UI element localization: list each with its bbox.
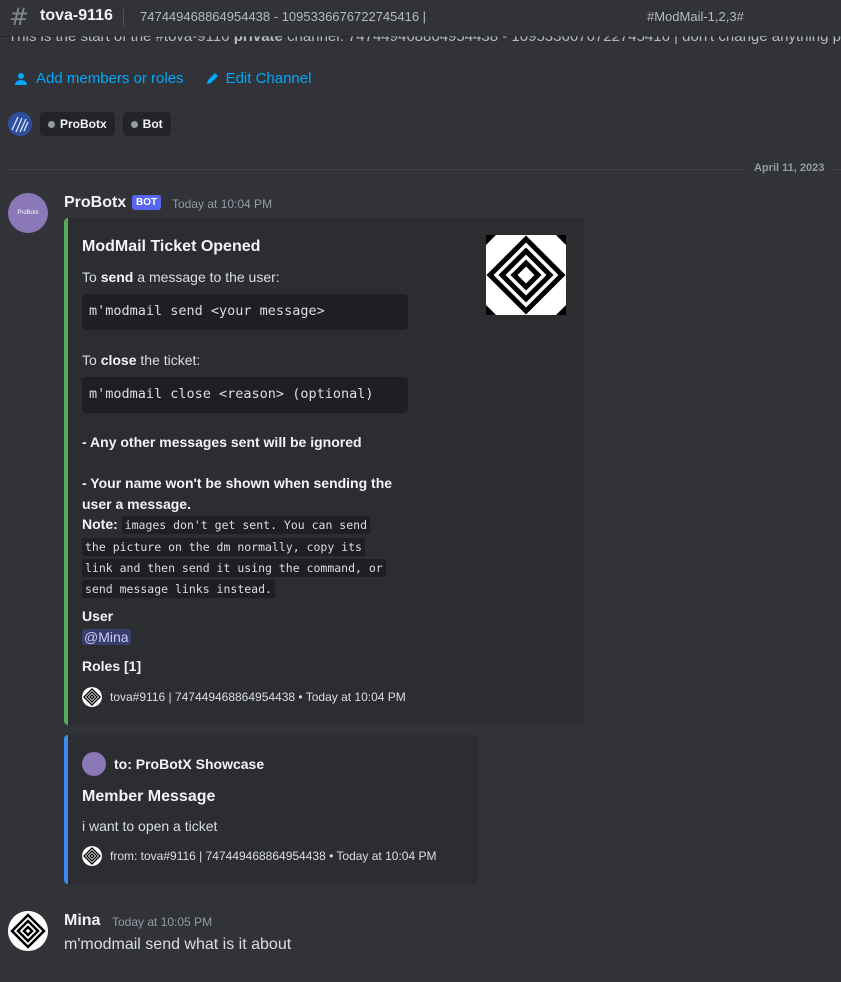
channel-actions: Add members or roles Edit Channel [14, 70, 311, 87]
channel-header: # tova-9116 747449468864954438 - 1095336… [0, 0, 841, 36]
avatar[interactable]: ProBotx [8, 193, 48, 233]
message-content: m'modmail send what is it about [64, 936, 292, 953]
date-divider-label: April 11, 2023 [746, 162, 833, 174]
person-add-icon [14, 71, 30, 87]
field-user-label: User [82, 608, 114, 624]
bot-badge: BOT [132, 195, 162, 210]
embed-footer: from: tova#9116 | 747449468864954438 • T… [82, 846, 436, 866]
field-roles-label: Roles [1] [82, 658, 142, 674]
footer-icon [82, 687, 102, 707]
embed-color-bar [64, 218, 68, 725]
hashtag-lock-icon: # [9, 3, 30, 31]
author-icon [82, 752, 106, 776]
code-block-close[interactable]: m'modmail close <reason> (optional) [82, 377, 408, 413]
code-block-send[interactable]: m'modmail send <your message> [82, 294, 408, 330]
member-avatar[interactable] [8, 112, 32, 136]
embed-title: ModMail Ticket Opened [82, 238, 261, 255]
inline-code: images don't get sent. You can send [121, 516, 370, 534]
embed-note-line: the picture on the dm normally, copy its [82, 538, 365, 556]
embed-author: to: ProBotX Showcase [82, 752, 264, 776]
inline-code: send message links instead. [82, 580, 275, 598]
embed-footer: tova#9116 | 747449468864954438 • Today a… [82, 687, 406, 707]
embed-thumbnail[interactable] [486, 235, 566, 315]
message-timestamp: Today at 10:04 PM [172, 197, 273, 211]
header-divider [123, 9, 124, 26]
pencil-icon [204, 71, 220, 87]
text-bold: send [100, 269, 134, 285]
embed-note-line: send message links instead. [82, 580, 275, 598]
inline-code: link and then send it using the command,… [82, 559, 386, 577]
embed-ticket-opened: ModMail Ticket Opened To send a message … [64, 218, 584, 725]
status-dot [130, 120, 138, 128]
member-chip-label: Bot [142, 117, 163, 131]
embed-bullet-name-line2: user a message. [82, 496, 191, 512]
user-mention[interactable]: @Mina [82, 629, 131, 645]
member-chip-label: ProBotx [60, 117, 107, 131]
embed-note-line: link and then send it using the command,… [82, 559, 386, 577]
date-divider [8, 169, 841, 170]
text-segment: a message to the user: [133, 269, 280, 285]
embed-description: i want to open a ticket [82, 818, 218, 834]
message-username[interactable]: ProBotx [64, 194, 126, 212]
add-members-button[interactable]: Add members or roles [14, 70, 184, 87]
add-members-label: Add members or roles [36, 70, 184, 87]
avatar[interactable] [8, 911, 48, 951]
channel-topic-tag: #ModMail-1,2,3# [647, 9, 744, 24]
embed-note-line: Note: images don't get sent. You can sen… [82, 516, 370, 534]
embed-send-instruction: To send a message to the user: [82, 269, 280, 285]
edit-channel-button[interactable]: Edit Channel [204, 70, 312, 87]
note-label: Note: [82, 516, 118, 532]
channel-name: tova-9116 [40, 7, 113, 24]
message-username[interactable]: Mina [64, 912, 100, 930]
embed-bullet-name-line1: - Your name won't be shown when sending … [82, 475, 393, 491]
embed-author-name: to: ProBotX Showcase [114, 756, 265, 772]
member-list: ProBotx Bot [8, 112, 171, 136]
footer-icon [82, 846, 102, 866]
embed-member-message: to: ProBotX Showcase Member Message i wa… [64, 735, 478, 884]
embed-title: Member Message [82, 788, 216, 805]
channel-topic[interactable]: 747449468864954438 - 1095336676722745416… [140, 9, 426, 24]
embed-color-bar [64, 735, 68, 884]
footer-text: tova#9116 | 747449468864954438 • Today a… [110, 690, 406, 704]
embed-close-instruction: To close the ticket: [82, 352, 200, 368]
inline-code: the picture on the dm normally, copy its [82, 538, 365, 556]
text-segment: To [82, 352, 101, 368]
text-segment: the ticket: [136, 352, 201, 368]
status-dot [48, 120, 55, 128]
member-chip-bot[interactable]: Bot [122, 112, 171, 136]
embed-bullet-ignored: - Any other messages sent will be ignore… [82, 434, 362, 450]
message-timestamp: Today at 10:05 PM [112, 915, 213, 929]
text-bold: close [100, 352, 137, 368]
avatar-text: ProBotx [17, 210, 39, 216]
footer-text: from: tova#9116 | 747449468864954438 • T… [110, 849, 437, 863]
edit-channel-label: Edit Channel [225, 70, 312, 87]
text-segment: To [82, 269, 101, 285]
member-chip-probotx[interactable]: ProBotx [40, 112, 115, 136]
